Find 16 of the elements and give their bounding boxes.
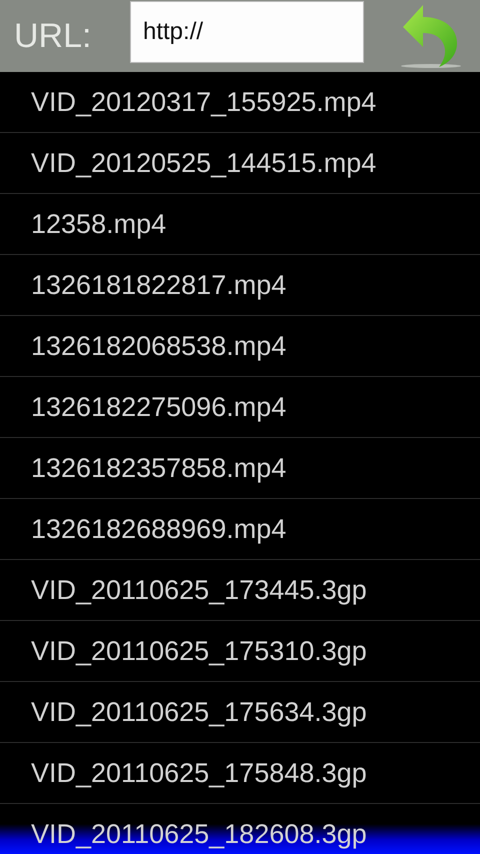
file-row[interactable]: VID_20110625_175310.3gp xyxy=(0,621,480,682)
file-row[interactable]: 1326182688969.mp4 xyxy=(0,499,480,560)
file-row[interactable]: 1326182068538.mp4 xyxy=(0,316,480,377)
file-row[interactable]: 1326182275096.mp4 xyxy=(0,377,480,438)
file-row[interactable]: VID_20120525_144515.mp4 xyxy=(0,133,480,194)
file-row[interactable]: VID_20110625_182608.3gp xyxy=(0,804,480,854)
back-arrow-icon xyxy=(399,3,463,69)
file-row[interactable]: VID_20110625_175634.3gp xyxy=(0,682,480,743)
file-row[interactable]: 12358.mp4 xyxy=(0,194,480,255)
url-label: URL: xyxy=(14,16,92,56)
file-row[interactable]: VID_20110625_175848.3gp xyxy=(0,743,480,804)
file-row[interactable]: 1326182357858.mp4 xyxy=(0,438,480,499)
url-field[interactable]: http:// xyxy=(130,1,364,63)
file-row[interactable]: VID_20120317_155925.mp4 xyxy=(0,72,480,133)
file-row[interactable]: VID_20110625_173445.3gp xyxy=(0,560,480,621)
file-row[interactable]: 1326181822817.mp4 xyxy=(0,255,480,316)
